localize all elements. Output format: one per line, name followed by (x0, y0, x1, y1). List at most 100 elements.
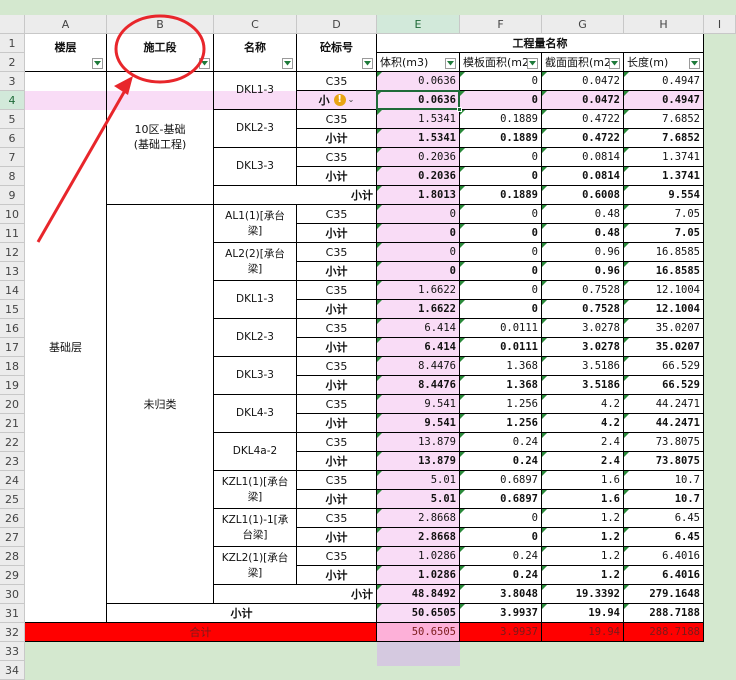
column-header-c[interactable]: C (214, 15, 297, 34)
row-header-7[interactable]: 7 (0, 148, 25, 167)
value-cell[interactable]: 10.7 (624, 471, 704, 490)
value-cell[interactable]: 0.0814 (542, 167, 624, 186)
value-cell[interactable]: 2.4 (542, 433, 624, 452)
value-cell[interactable]: 16.8585 (624, 243, 704, 262)
value-cell[interactable]: 0.7528 (542, 300, 624, 319)
value-cell[interactable]: 7.05 (624, 205, 704, 224)
row-header-2[interactable]: 2 (0, 53, 25, 72)
value-cell[interactable]: 35.0207 (624, 319, 704, 338)
value-cell[interactable]: 6.414 (377, 338, 460, 357)
value-cell[interactable]: 1.256 (460, 395, 542, 414)
value-cell[interactable]: 13.879 (377, 433, 460, 452)
row-header-17[interactable]: 17 (0, 338, 25, 357)
value-cell[interactable]: 0.0814 (542, 148, 624, 167)
value-cell[interactable]: 0.2036 (377, 167, 460, 186)
value-cell[interactable]: 0.24 (460, 433, 542, 452)
value-cell[interactable]: 1.2 (542, 566, 624, 585)
value-cell[interactable]: 1.368 (460, 357, 542, 376)
filter-dropdown-icon[interactable] (609, 58, 620, 69)
value-cell[interactable]: 2.8668 (377, 509, 460, 528)
total-value-cell[interactable]: 288.7188 (624, 623, 704, 642)
value-cell[interactable]: 9.554 (624, 186, 704, 205)
value-cell[interactable]: 0 (460, 91, 542, 110)
value-cell[interactable]: 1.5341 (377, 129, 460, 148)
column-header-f[interactable]: F (460, 15, 542, 34)
total-value-cell[interactable]: 3.9937 (460, 623, 542, 642)
value-cell[interactable]: 0.4947 (624, 72, 704, 91)
value-cell[interactable]: 35.0207 (624, 338, 704, 357)
row-header-28[interactable]: 28 (0, 547, 25, 566)
value-cell[interactable]: 0.48 (542, 205, 624, 224)
row-header-21[interactable]: 21 (0, 414, 25, 433)
value-cell[interactable]: 3.5186 (542, 376, 624, 395)
value-cell[interactable]: 0.0111 (460, 319, 542, 338)
row-header-18[interactable]: 18 (0, 357, 25, 376)
row-header-11[interactable]: 11 (0, 224, 25, 243)
select-all-corner[interactable] (0, 15, 25, 34)
value-cell[interactable]: 7.6852 (624, 110, 704, 129)
value-cell[interactable]: 1.256 (460, 414, 542, 433)
value-cell[interactable]: 66.529 (624, 357, 704, 376)
value-cell[interactable]: 0 (460, 224, 542, 243)
row-header-26[interactable]: 26 (0, 509, 25, 528)
row-header-25[interactable]: 25 (0, 490, 25, 509)
row-header-24[interactable]: 24 (0, 471, 25, 490)
value-cell[interactable]: 1.2 (542, 528, 624, 547)
value-cell[interactable]: 4.2 (542, 414, 624, 433)
value-cell[interactable]: 0 (460, 509, 542, 528)
row-header-16[interactable]: 16 (0, 319, 25, 338)
column-header-a[interactable]: A (25, 15, 107, 34)
fill-handle[interactable] (457, 107, 462, 112)
value-cell[interactable]: 1.0286 (377, 547, 460, 566)
row-header-27[interactable]: 27 (0, 528, 25, 547)
value-cell[interactable]: 0 (460, 205, 542, 224)
value-cell[interactable]: 0.0472 (542, 72, 624, 91)
value-cell[interactable]: 13.879 (377, 452, 460, 471)
row-header-3[interactable]: 3 (0, 72, 25, 91)
value-cell[interactable]: 50.6505 (377, 604, 460, 623)
value-cell[interactable]: 6.45 (624, 509, 704, 528)
filter-dropdown-icon[interactable] (92, 58, 103, 69)
value-cell[interactable]: 0 (460, 167, 542, 186)
value-cell[interactable]: 6.4016 (624, 547, 704, 566)
value-cell[interactable]: 0.7528 (542, 281, 624, 300)
value-cell[interactable]: 1.6622 (377, 281, 460, 300)
value-cell[interactable]: 73.8075 (624, 452, 704, 471)
value-cell[interactable]: 1.8013 (377, 186, 460, 205)
row-header-14[interactable]: 14 (0, 281, 25, 300)
value-cell[interactable]: 8.4476 (377, 357, 460, 376)
total-value-cell[interactable]: 50.6505 (377, 623, 460, 642)
value-cell[interactable]: 5.01 (377, 490, 460, 509)
row-header-23[interactable]: 23 (0, 452, 25, 471)
value-cell[interactable]: 2.8668 (377, 528, 460, 547)
value-cell[interactable]: 9.541 (377, 414, 460, 433)
value-cell[interactable]: 7.6852 (624, 129, 704, 148)
subtotal-label-cell[interactable]: 小! ⌄ (297, 91, 377, 110)
value-cell[interactable]: 0 (460, 262, 542, 281)
value-cell[interactable]: 0.6008 (542, 186, 624, 205)
value-cell[interactable]: 66.529 (624, 376, 704, 395)
row-header-22[interactable]: 22 (0, 433, 25, 452)
value-cell[interactable]: 16.8585 (624, 262, 704, 281)
row-header-34[interactable]: 34 (0, 661, 25, 680)
value-cell[interactable]: 1.5341 (377, 110, 460, 129)
value-cell[interactable]: 0.96 (542, 243, 624, 262)
value-cell[interactable]: 5.01 (377, 471, 460, 490)
value-cell[interactable]: 0.4722 (542, 110, 624, 129)
row-header-15[interactable]: 15 (0, 300, 25, 319)
value-cell[interactable]: 19.3392 (542, 585, 624, 604)
row-header-8[interactable]: 8 (0, 167, 25, 186)
value-cell[interactable]: 8.4476 (377, 376, 460, 395)
value-cell[interactable]: 0 (377, 262, 460, 281)
value-cell[interactable]: 48.8492 (377, 585, 460, 604)
value-cell[interactable]: 44.2471 (624, 414, 704, 433)
value-cell[interactable]: 0.4722 (542, 129, 624, 148)
filter-dropdown-icon[interactable] (689, 58, 700, 69)
value-cell[interactable]: 0.24 (460, 452, 542, 471)
filter-dropdown-icon[interactable] (445, 58, 456, 69)
column-header-g[interactable]: G (542, 15, 624, 34)
value-cell[interactable]: 0.0636 (377, 72, 460, 91)
value-cell[interactable]: 6.45 (624, 528, 704, 547)
value-cell[interactable]: 3.8048 (460, 585, 542, 604)
value-cell[interactable]: 3.5186 (542, 357, 624, 376)
